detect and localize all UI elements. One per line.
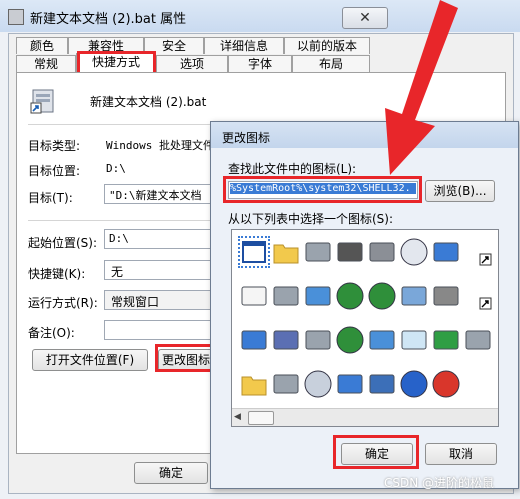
cd-icon[interactable]: [302, 368, 334, 400]
tab-color[interactable]: 颜色: [16, 37, 68, 54]
small-arrow-icon[interactable]: [462, 236, 494, 268]
icon-grid: [232, 230, 498, 408]
shortcut-key-value: 无: [111, 265, 124, 279]
target-value: "D:\新建文本文档: [109, 189, 202, 202]
dialog-ok-highlight: [333, 435, 419, 469]
file-name: 新建文本文档 (2).bat: [90, 95, 207, 109]
watermark: CSDN @进阶的松鼠: [384, 476, 495, 490]
change-icon-dialog: 更改图标 查找此文件中的图标(L): %SystemRoot%\system32…: [210, 121, 519, 489]
delete-drive-icon[interactable]: [302, 324, 334, 356]
drive-icon[interactable]: [302, 236, 334, 268]
run-label: 运行方式(R):: [28, 296, 98, 310]
application-window-icon[interactable]: [238, 236, 270, 268]
target-label: 目标(T):: [28, 191, 73, 205]
properties-ok-button[interactable]: 确定: [134, 462, 208, 484]
globe-link-icon[interactable]: [334, 324, 366, 356]
icon-list[interactable]: ◀: [231, 229, 499, 427]
window-tile-icon[interactable]: [430, 236, 462, 268]
browse-button[interactable]: 浏览(B)...: [425, 180, 495, 202]
control-panel-icon[interactable]: [398, 280, 430, 312]
open-folder-icon[interactable]: [238, 368, 270, 400]
run-value: 常规窗口: [111, 295, 160, 309]
printer-icon[interactable]: [366, 236, 398, 268]
target-type-value: Windows 批处理文件: [106, 139, 214, 152]
target-location-label: 目标位置:: [28, 164, 81, 178]
shortcut-arrow-icon[interactable]: [462, 280, 494, 312]
path-highlight: [223, 176, 422, 203]
tab-options[interactable]: 选项: [156, 55, 228, 72]
comment-label: 备注(O):: [28, 326, 75, 340]
tab-general[interactable]: 常规: [16, 55, 76, 72]
network-computers-icon[interactable]: [366, 324, 398, 356]
target-location-value: D:\: [106, 162, 126, 175]
run-window-icon[interactable]: [334, 368, 366, 400]
blank-window-icon[interactable]: [238, 324, 270, 356]
shortcut-file-icon: [30, 88, 56, 114]
network-icon[interactable]: [302, 280, 334, 312]
globe-icon[interactable]: [334, 280, 366, 312]
drive-flat-icon[interactable]: [270, 368, 302, 400]
drive-small-icon[interactable]: [462, 324, 494, 356]
save-disk-icon[interactable]: [270, 324, 302, 356]
choose-icon-label: 从以下列表中选择一个图标(S):: [228, 212, 394, 226]
scroll-thumb[interactable]: [248, 411, 274, 425]
red-arrow-annotation: [385, 0, 458, 175]
search-icon[interactable]: [398, 324, 430, 356]
folder-icon[interactable]: [270, 236, 302, 268]
change-icon-highlight: [155, 344, 215, 372]
document-icon[interactable]: [238, 280, 270, 312]
dialog-cancel-button[interactable]: 取消: [425, 443, 497, 465]
network-drive-icon[interactable]: [270, 280, 302, 312]
window-title: 新建文本文档 (2).bat 属性: [30, 12, 187, 27]
open-file-location-button[interactable]: 打开文件位置(F): [32, 349, 148, 371]
clock-icon[interactable]: [398, 236, 430, 268]
horizontal-scrollbar[interactable]: ◀: [232, 408, 498, 426]
bat-file-icon: [8, 9, 24, 25]
power-icon[interactable]: [430, 368, 462, 400]
shortcut-key-label: 快捷键(K):: [28, 267, 86, 281]
tab-font[interactable]: 字体: [228, 55, 292, 72]
floppy-icon[interactable]: [430, 280, 462, 312]
chip-icon[interactable]: [334, 236, 366, 268]
green-arrow-icon[interactable]: [430, 324, 462, 356]
target-type-label: 目标类型:: [28, 139, 81, 153]
network-globe-icon[interactable]: [366, 280, 398, 312]
desktop-icon[interactable]: [366, 368, 398, 400]
scroll-left-icon[interactable]: ◀: [234, 412, 241, 422]
dialog-title: 更改图标: [222, 131, 271, 145]
tab-details[interactable]: 详细信息: [204, 37, 284, 54]
start-in-value: D:\: [109, 232, 129, 245]
help-icon[interactable]: [398, 368, 430, 400]
start-in-label: 起始位置(S):: [28, 236, 98, 250]
